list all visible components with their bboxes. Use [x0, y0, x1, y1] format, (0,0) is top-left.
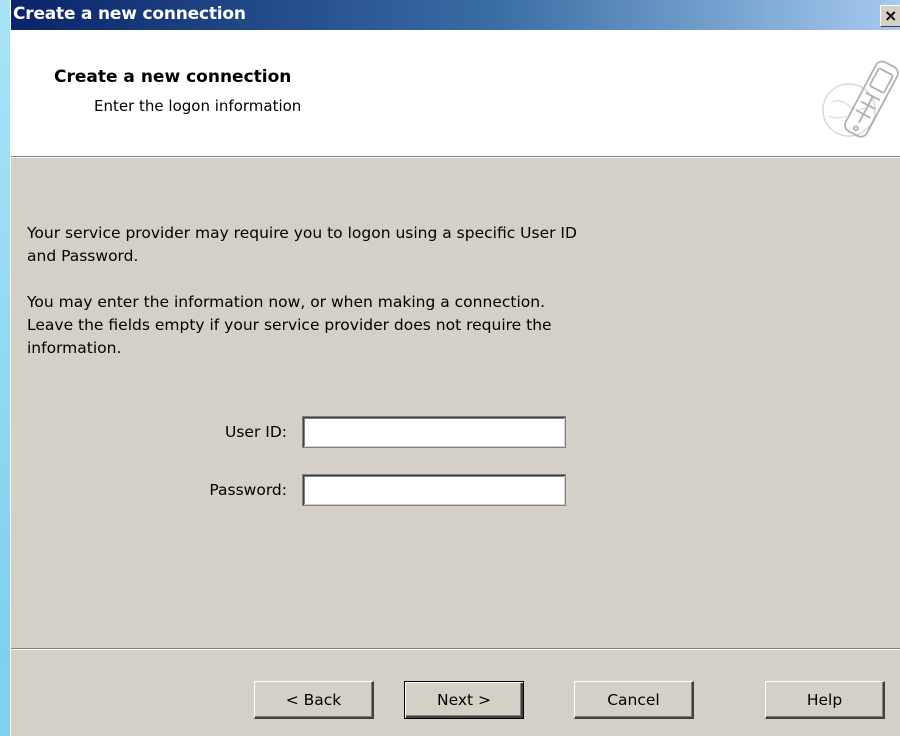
footer-separator-highlight — [11, 649, 900, 650]
close-button[interactable]: × — [880, 5, 900, 27]
password-field[interactable] — [302, 474, 566, 506]
intro-paragraph: Your service provider may require you to… — [27, 224, 577, 265]
dialog-window: Create a new connection × Create a new c… — [10, 0, 900, 736]
user-id-label: User ID: — [225, 423, 287, 441]
password-label: Password: — [209, 481, 287, 499]
header-subtitle: Enter the logon information — [94, 97, 302, 115]
wizard-header: Create a new connection Enter the logon … — [11, 30, 900, 157]
header-separator — [11, 157, 900, 158]
mobile-phone-icon — [822, 60, 899, 138]
cancel-button[interactable]: Cancel — [574, 681, 694, 719]
help-button[interactable]: Help — [765, 681, 885, 719]
user-id-field[interactable] — [302, 416, 566, 448]
title-bar[interactable]: Create a new connection × — [11, 0, 900, 30]
header-title: Create a new connection — [54, 67, 292, 87]
instructions-paragraph: You may enter the information now, or wh… — [27, 293, 552, 357]
next-button[interactable]: Next > — [404, 681, 524, 719]
window-title: Create a new connection — [13, 4, 246, 24]
back-button[interactable]: < Back — [254, 681, 374, 719]
